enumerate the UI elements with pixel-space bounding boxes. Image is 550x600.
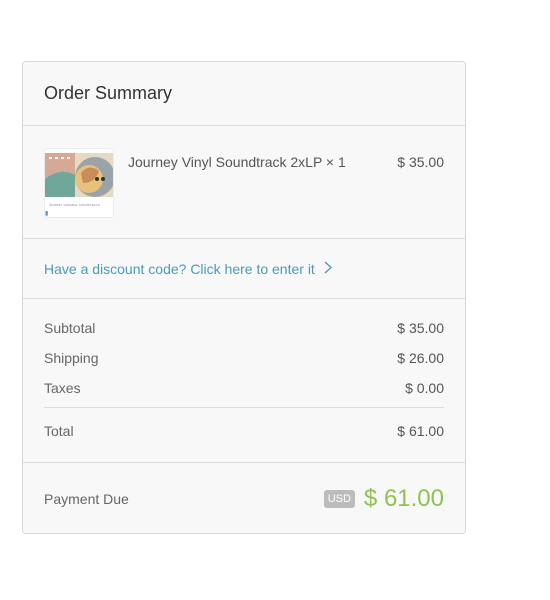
payment-due-section: Payment Due USD $ 61.00	[23, 463, 465, 534]
subtotal-row: Subtotal $ 35.00	[44, 319, 444, 349]
subtotal-label: Subtotal	[44, 320, 96, 336]
discount-link-text: Have a discount code? Click here to ente…	[44, 260, 315, 277]
payment-due-amount-group: USD $ 61.00	[323, 484, 444, 513]
totals-section: Subtotal $ 35.00 Shipping $ 26.00 Taxes …	[23, 299, 465, 463]
order-summary-header: Order Summary	[23, 62, 465, 126]
taxes-row: Taxes $ 0.00	[44, 379, 444, 409]
chevron-right-icon	[324, 260, 332, 277]
totals-divider	[44, 407, 444, 408]
order-summary-title: Order Summary	[44, 83, 173, 103]
discount-code-link[interactable]: Have a discount code? Click here to ente…	[44, 261, 332, 277]
thumbnail-caption: JOURNEY ORIGINAL SOUNDTRACK	[48, 203, 101, 207]
discount-section: Have a discount code? Click here to ente…	[23, 239, 465, 299]
product-thumbnail: JOURNEY ORIGINAL SOUNDTRACK ▮	[44, 148, 114, 218]
total-label: Total	[44, 423, 74, 439]
shipping-value: $ 26.00	[397, 350, 444, 366]
shipping-row: Shipping $ 26.00	[44, 349, 444, 379]
payment-due-label: Payment Due	[44, 490, 129, 507]
subtotal-value: $ 35.00	[397, 320, 444, 336]
currency-badge: USD	[323, 489, 355, 508]
line-item: JOURNEY ORIGINAL SOUNDTRACK ▮ Journey Vi…	[23, 126, 465, 239]
product-name: Journey Vinyl Soundtrack 2xLP × 1	[128, 154, 346, 170]
total-row: Total $ 61.00	[44, 422, 444, 452]
shipping-label: Shipping	[44, 350, 99, 366]
taxes-label: Taxes	[44, 380, 81, 396]
payment-due-amount: $ 61.00	[363, 484, 444, 512]
order-summary-card: Order Summary JOURNEY ORIGINAL SOUNDTRAC…	[22, 61, 466, 534]
taxes-value: $ 0.00	[405, 380, 444, 396]
total-value: $ 61.00	[397, 423, 444, 439]
thumbnail-mark: ▮	[45, 210, 48, 217]
product-price: $ 35.00	[397, 154, 444, 170]
